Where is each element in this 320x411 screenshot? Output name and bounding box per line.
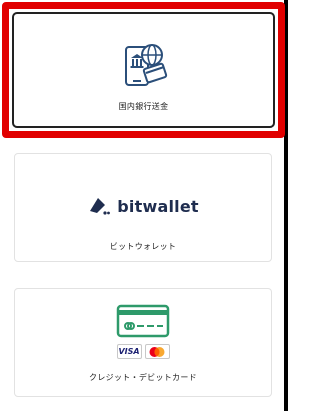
payment-option-credit-card[interactable]: VISA クレジット・デビットカード [14,288,272,397]
credit-card-icon [15,304,271,338]
card-brand-row: VISA [116,344,170,359]
bitwallet-logo-icon [90,198,111,215]
payment-option-label: クレジット・デビットカード [89,373,197,382]
bitwallet-logo: bitwallet [87,196,199,216]
visa-logo: VISA [116,344,142,359]
bank-transfer-icon [9,41,278,91]
payment-option-label: ビットウォレット [109,242,177,251]
payment-option-bank-transfer[interactable]: 国内銀行送金 [2,2,285,138]
payment-option-label: 国内銀行送金 [118,102,169,111]
mastercard-logo [144,344,170,359]
payment-option-bitwallet[interactable]: bitwallet ビットウォレット [14,153,272,262]
bitwallet-logo-text: bitwallet [117,196,199,216]
